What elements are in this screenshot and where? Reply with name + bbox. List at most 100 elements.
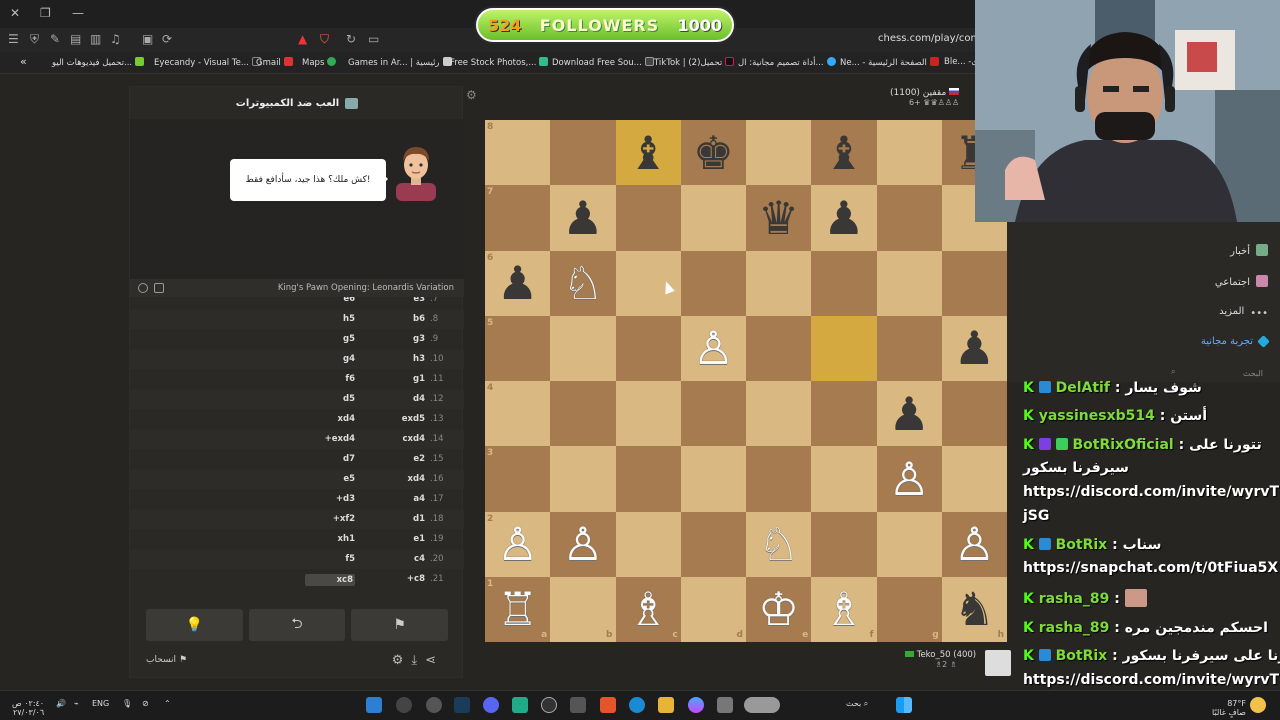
restore-window-icon[interactable]: ❐ bbox=[40, 6, 51, 20]
board-square-f1[interactable]: f ♗ bbox=[811, 576, 877, 642]
windows-start-icon[interactable] bbox=[896, 697, 912, 713]
share-icon[interactable]: ⋖ bbox=[425, 653, 444, 668]
brave-browser-icon[interactable] bbox=[600, 697, 616, 713]
board-square-d4[interactable] bbox=[680, 381, 746, 447]
black-move[interactable]: xh1 bbox=[305, 534, 355, 544]
board-square-e1[interactable]: e ♔ bbox=[746, 576, 812, 642]
board-square-b2[interactable]: ♙ bbox=[550, 511, 616, 577]
extensions-icon[interactable]: ✎ bbox=[50, 32, 60, 46]
sync-icon[interactable]: ⟳ bbox=[162, 32, 172, 46]
white-move[interactable]: e3 bbox=[385, 297, 425, 304]
bookmarks-overflow-icon[interactable]: « bbox=[20, 55, 27, 68]
black-move[interactable]: +d3 bbox=[305, 494, 355, 504]
white-piece-a2[interactable]: ♙ bbox=[485, 512, 550, 577]
bookmark-item[interactable]: أداة تصميم مجانية: ال... bbox=[738, 57, 836, 68]
discord-icon[interactable] bbox=[483, 697, 499, 713]
board-square-f3[interactable] bbox=[811, 446, 877, 512]
copilot-icon[interactable] bbox=[688, 697, 704, 713]
white-move[interactable]: e1 bbox=[385, 534, 425, 544]
board-square-e6[interactable] bbox=[746, 250, 812, 316]
board-square-h5[interactable]: ♟ bbox=[941, 315, 1007, 381]
microphone-icon[interactable]: 🎙 bbox=[122, 699, 132, 708]
black-piece-h1[interactable]: ♞ bbox=[942, 577, 1007, 642]
bookmark-item[interactable]: Games in Ar... | رئيسية bbox=[348, 57, 452, 68]
black-piece-b7[interactable]: ♟ bbox=[550, 185, 615, 250]
black-piece-d8[interactable]: ♚ bbox=[681, 120, 746, 185]
install-icon[interactable]: ▭ bbox=[368, 32, 379, 46]
board-square-h4[interactable] bbox=[941, 381, 1007, 447]
white-move[interactable]: d4 bbox=[385, 394, 425, 404]
board-square-f8[interactable]: ♝ bbox=[811, 120, 877, 186]
white-piece-d5[interactable]: ♙ bbox=[681, 316, 746, 381]
white-piece-b2[interactable]: ♙ bbox=[550, 512, 615, 577]
white-piece-e1[interactable]: ♔ bbox=[746, 577, 811, 642]
black-piece-e7[interactable]: ♛ bbox=[746, 185, 811, 250]
bookmark-item[interactable]: Ne... - الصفحة الرئيسية bbox=[840, 57, 939, 68]
board-square-g3[interactable]: ♙ bbox=[876, 446, 942, 512]
white-piece-c1[interactable]: ♗ bbox=[616, 577, 681, 642]
sidebar-item-social[interactable]: اجتماعي bbox=[1215, 275, 1268, 288]
hint-button[interactable]: 💡 bbox=[146, 609, 243, 641]
white-move[interactable]: b6 bbox=[385, 314, 425, 324]
board-square-h3[interactable] bbox=[941, 446, 1007, 512]
white-move[interactable]: c4 bbox=[385, 554, 425, 564]
sidebar-icon[interactable]: ▥ bbox=[90, 32, 101, 46]
board-square-g1[interactable]: g bbox=[876, 576, 942, 642]
board-square-d2[interactable] bbox=[680, 511, 746, 577]
bookmark-item[interactable]: Download Free Sou... bbox=[552, 57, 654, 68]
black-move[interactable]: +xf2 bbox=[305, 514, 355, 524]
board-square-g4[interactable]: ♟ bbox=[876, 381, 942, 447]
menu-icon[interactable]: ☰ bbox=[8, 32, 19, 46]
black-move[interactable]: xd4 bbox=[305, 414, 355, 424]
board-square-d1[interactable]: d bbox=[680, 576, 746, 642]
chat-username[interactable]: BotRix bbox=[1056, 648, 1108, 664]
board-square-d5[interactable]: ♙ bbox=[680, 315, 746, 381]
board-square-f5[interactable] bbox=[811, 315, 877, 381]
white-move[interactable]: a4 bbox=[385, 494, 425, 504]
board-square-a1[interactable]: 1 a ♖ bbox=[485, 576, 551, 642]
steam-icon[interactable] bbox=[454, 697, 470, 713]
sidebar-item-free-trial[interactable]: تجربة مجانية bbox=[1201, 335, 1270, 348]
white-move[interactable]: cxd4 bbox=[385, 434, 425, 444]
white-piece-b6[interactable]: ♘ bbox=[550, 251, 615, 316]
board-square-e7[interactable]: ♛ bbox=[746, 185, 812, 251]
calculator-icon[interactable] bbox=[570, 697, 586, 713]
settings-icon[interactable]: ⚙ bbox=[392, 653, 412, 668]
taskbar-search[interactable]: بحث ⌕ bbox=[846, 699, 868, 709]
shield-icon[interactable]: ⛨ bbox=[30, 32, 39, 47]
board-square-f7[interactable]: ♟ bbox=[811, 185, 877, 251]
white-piece-e2[interactable]: ♘ bbox=[746, 512, 811, 577]
weather-widget[interactable]: 87°F صافٍ غالبًا bbox=[1212, 699, 1246, 717]
bookmark-item[interactable]: تحميل فيديوهات اليو... bbox=[52, 57, 145, 68]
bookmark-item[interactable]: TikTok | (تحميل(2 bbox=[654, 57, 735, 68]
black-move[interactable]: f5 bbox=[305, 554, 355, 564]
chat-username[interactable]: DelAtif bbox=[1056, 380, 1110, 396]
board-square-f6[interactable] bbox=[811, 250, 877, 316]
network-icon[interactable]: ⌁ bbox=[74, 699, 79, 708]
black-move[interactable]: e6 bbox=[305, 297, 355, 304]
opening-explorer-icon[interactable] bbox=[138, 283, 148, 293]
black-piece-f8[interactable]: ♝ bbox=[811, 120, 876, 185]
board-square-a6[interactable]: 6 ♟ bbox=[485, 250, 551, 316]
taskbar-app-icon[interactable] bbox=[541, 697, 557, 713]
white-move[interactable]: h3 bbox=[385, 354, 425, 364]
black-move[interactable]: e5 bbox=[305, 474, 355, 484]
board-square-b6[interactable]: ♘ bbox=[550, 250, 616, 316]
book-icon[interactable] bbox=[154, 283, 164, 293]
resign-flag-button[interactable]: ⚑ bbox=[351, 609, 449, 641]
chess-board[interactable]: 8♝♚♝♜7♟♛♟6♟♘5♙♟4♟3♙2♙♙♘♙1a♖bc♗de♔f♗gh♞ bbox=[485, 120, 1007, 642]
white-piece-f1[interactable]: ♗ bbox=[811, 577, 876, 642]
black-move[interactable]: +exd4 bbox=[305, 434, 355, 444]
board-square-g6[interactable] bbox=[876, 250, 942, 316]
chat-username[interactable]: rasha_89 bbox=[1039, 591, 1110, 607]
board-square-c7[interactable] bbox=[615, 185, 681, 251]
white-move[interactable]: e2 bbox=[385, 454, 425, 464]
board-square-h1[interactable]: h ♞ bbox=[941, 576, 1007, 642]
taskbar-app-icon[interactable] bbox=[366, 697, 382, 713]
white-piece-g3[interactable]: ♙ bbox=[877, 446, 942, 511]
download-icon[interactable]: ⤓ bbox=[411, 653, 425, 668]
board-square-h6[interactable] bbox=[941, 250, 1007, 316]
reload-icon[interactable]: ↻ bbox=[346, 32, 356, 46]
black-piece-h5[interactable]: ♟ bbox=[942, 316, 1007, 381]
volume-icon[interactable]: 🔊 bbox=[56, 699, 66, 708]
